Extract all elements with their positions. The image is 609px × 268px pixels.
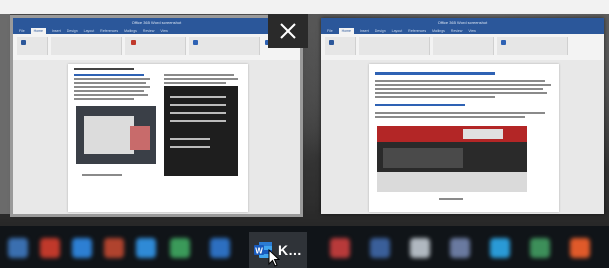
document-area xyxy=(321,60,604,214)
text-line xyxy=(164,82,226,84)
menu-line xyxy=(170,112,226,114)
document-page xyxy=(369,64,559,212)
taskbar-app-icon[interactable] xyxy=(490,238,510,258)
menu-line xyxy=(170,104,226,106)
word-logo-letter: W xyxy=(255,247,263,256)
text-line xyxy=(164,78,238,80)
ribbon-group-styles xyxy=(497,37,568,55)
text-line xyxy=(375,116,525,118)
menu-line xyxy=(170,146,210,148)
image-header xyxy=(377,126,527,142)
text-line xyxy=(375,112,545,114)
taskbar-app-icon[interactable] xyxy=(104,238,124,258)
text-line xyxy=(375,96,495,98)
mouse-cursor-icon xyxy=(268,249,280,267)
ribbon xyxy=(13,34,300,61)
image-footer xyxy=(377,172,527,192)
close-window-button[interactable] xyxy=(268,14,308,48)
text-line xyxy=(164,74,234,76)
menu-line xyxy=(170,96,226,98)
taskbar-app-icon[interactable] xyxy=(570,238,590,258)
text-line xyxy=(375,88,543,90)
taskbar-app-icon[interactable] xyxy=(410,238,430,258)
ribbon-group-font xyxy=(359,37,430,55)
text-line xyxy=(74,86,150,88)
text-line xyxy=(375,80,545,82)
taskbar-app-icon[interactable] xyxy=(450,238,470,258)
embedded-screenshot-image xyxy=(76,106,156,164)
heading-line xyxy=(74,68,134,70)
window-thumbnail-right[interactable]: Office 365 Word screenshot File Home Ins… xyxy=(321,18,604,214)
taskbar-app-icon[interactable] xyxy=(170,238,190,258)
paste-icon xyxy=(21,40,26,45)
text-line xyxy=(74,74,144,76)
menu-line xyxy=(170,120,226,122)
thumbnail-titlebar: Office 365 Word screenshot xyxy=(321,18,604,28)
text-line xyxy=(74,90,144,92)
ribbon-group-font xyxy=(51,37,122,55)
style-icon xyxy=(501,40,506,45)
embedded-website-image xyxy=(377,126,527,192)
caption-line xyxy=(439,198,463,200)
text-line xyxy=(375,92,547,94)
document-page xyxy=(68,64,248,212)
taskbar-app-icon[interactable] xyxy=(530,238,550,258)
taskbar-app-icon[interactable] xyxy=(370,238,390,258)
taskbar-app-icon[interactable] xyxy=(330,238,350,258)
menu-line xyxy=(170,138,210,140)
taskbar-app-icon[interactable] xyxy=(8,238,28,258)
caption-line xyxy=(82,174,122,176)
format-icon xyxy=(131,40,136,45)
close-icon xyxy=(280,23,296,39)
background-window-edge-left xyxy=(0,14,10,214)
text-line xyxy=(74,98,134,100)
heading-line xyxy=(375,72,495,75)
thumbnail-title: Office 365 Word screenshot xyxy=(131,20,182,25)
document-area xyxy=(13,60,300,214)
thumbnail-titlebar: Office 365 Word screenshot xyxy=(13,18,300,28)
text-line xyxy=(74,78,150,80)
text-line xyxy=(74,94,148,96)
embedded-menu-image xyxy=(164,86,238,176)
taskbar-app-icon[interactable] xyxy=(210,238,230,258)
image-inner xyxy=(84,116,134,154)
taskbar-app-icon[interactable] xyxy=(72,238,92,258)
style-icon xyxy=(193,40,198,45)
taskbar-app-icon[interactable] xyxy=(40,238,60,258)
image-logo xyxy=(463,129,503,139)
ribbon-group-styles xyxy=(189,37,260,55)
ribbon-group-paragraph xyxy=(433,37,494,55)
ribbon xyxy=(321,34,604,61)
image-banner xyxy=(383,148,463,168)
paste-icon xyxy=(329,40,334,45)
thumbnail-title: Office 365 Word screenshot xyxy=(437,20,488,25)
taskbar-word-label: K... xyxy=(278,242,302,258)
window-thumbnail-left[interactable]: Office 365 Word screenshot File Home Ins… xyxy=(10,15,303,217)
text-line xyxy=(74,82,146,84)
image-accent xyxy=(130,126,150,150)
background-window-edge xyxy=(0,0,609,14)
subheading-line xyxy=(375,104,465,106)
taskbar-app-icon[interactable] xyxy=(136,238,156,258)
text-line xyxy=(375,84,551,86)
